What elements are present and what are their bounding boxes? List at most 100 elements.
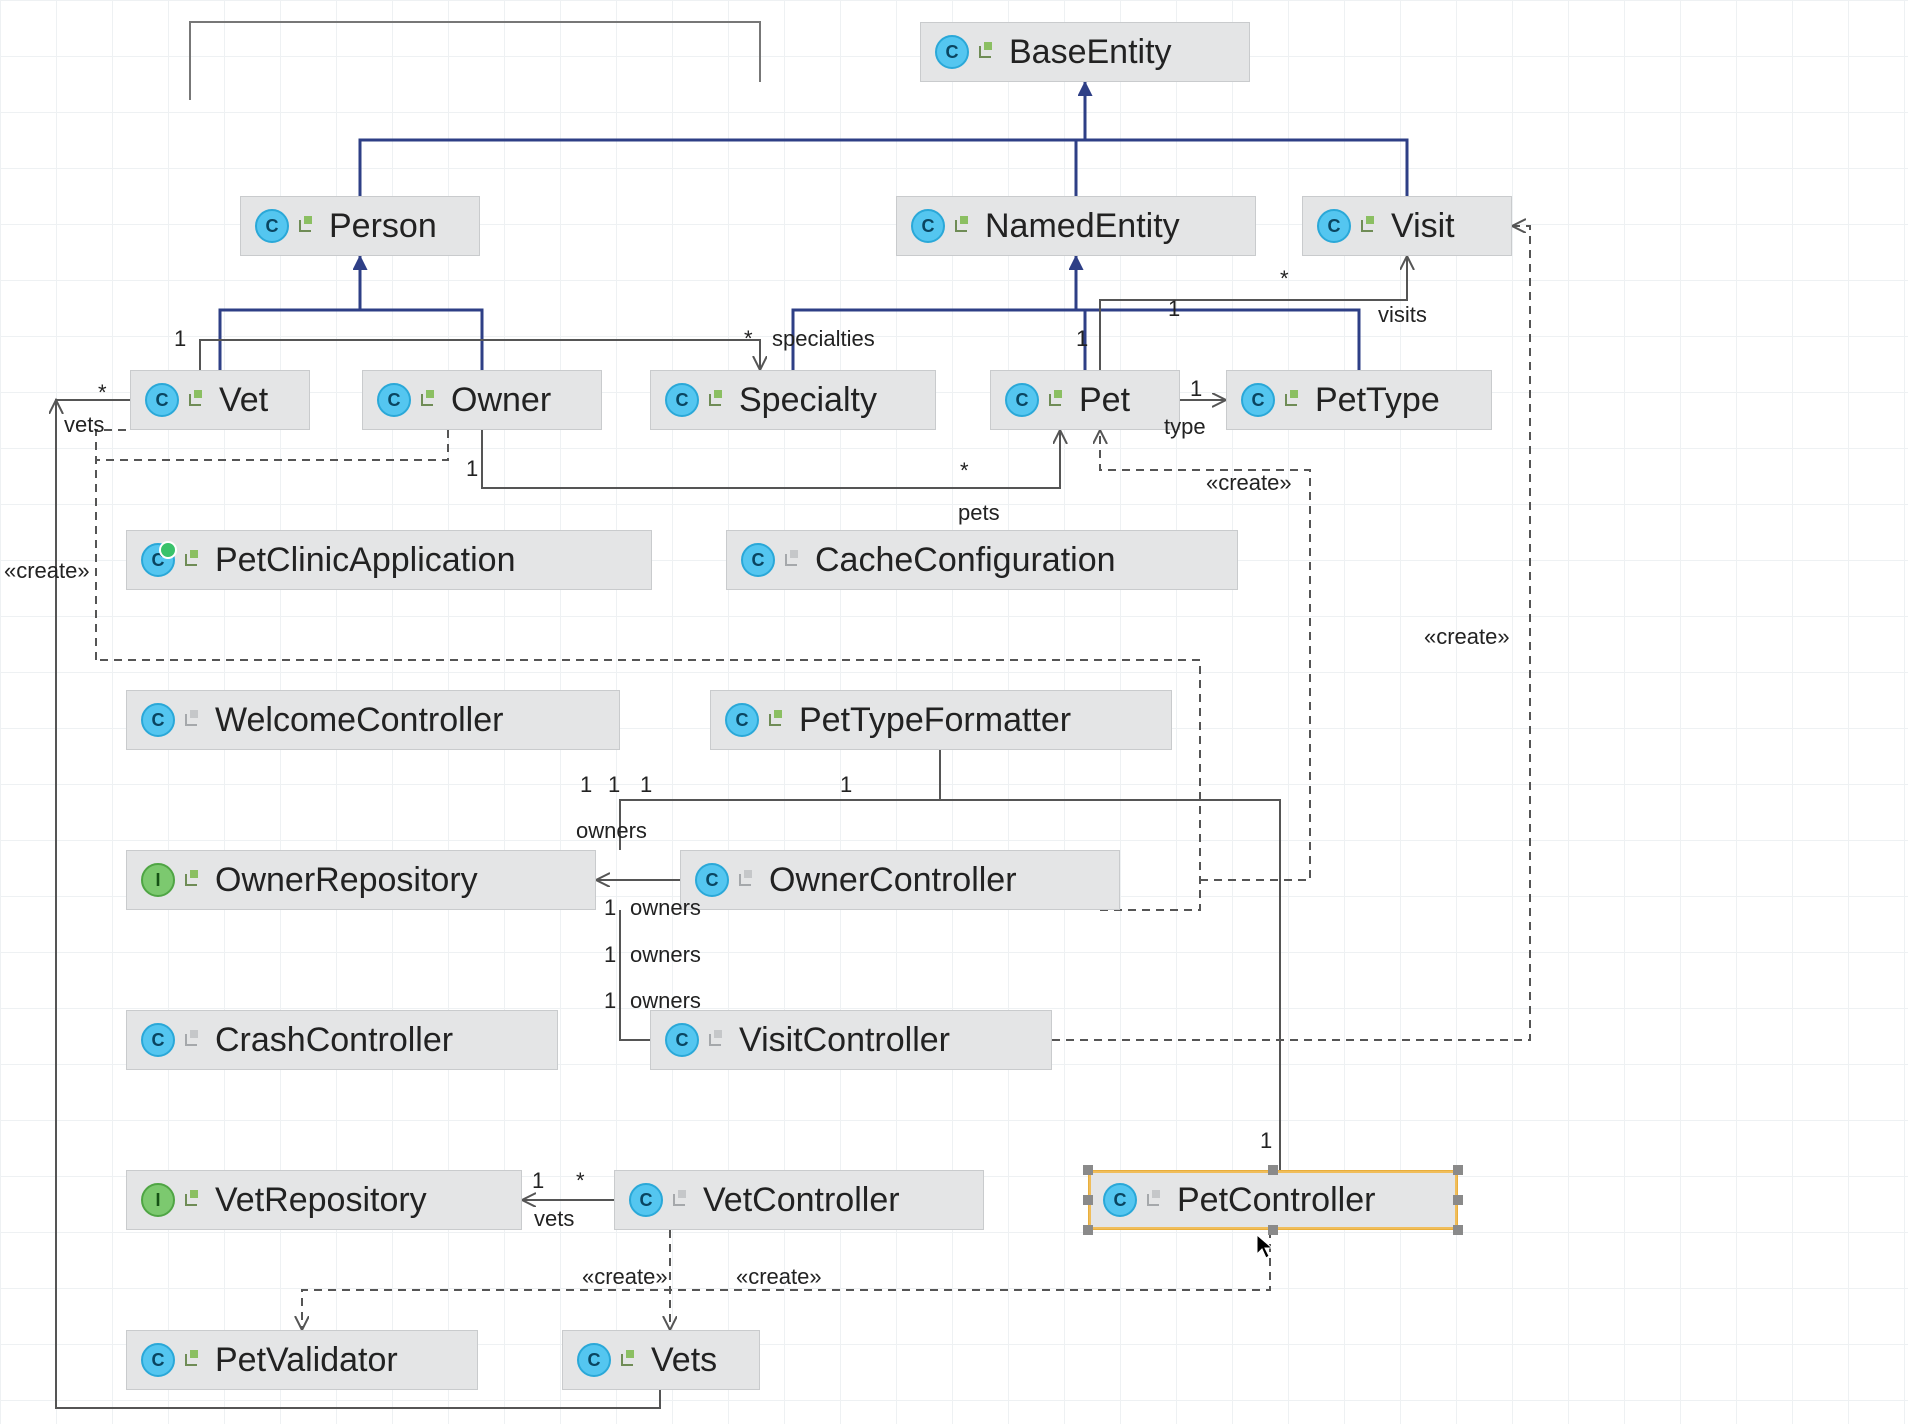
edge-label: 1 <box>604 988 616 1014</box>
visibility-icon <box>785 552 801 568</box>
class-label: VisitController <box>739 1021 950 1060</box>
edge-label: pets <box>958 500 1000 526</box>
class-label: CacheConfiguration <box>815 541 1116 580</box>
visibility-icon <box>739 872 755 888</box>
class-icon: C <box>935 35 969 69</box>
selection-handle[interactable] <box>1453 1225 1463 1235</box>
edge-label: 1 <box>640 772 652 798</box>
visibility-icon <box>1361 218 1377 234</box>
class-label: PetType <box>1315 381 1440 420</box>
class-label: WelcomeController <box>215 701 503 740</box>
class-label: PetController <box>1177 1181 1375 1220</box>
edge-label: «create» <box>4 558 90 584</box>
selection-handle[interactable] <box>1268 1165 1278 1175</box>
class-node-vetCtrl[interactable]: CVetController <box>614 1170 984 1230</box>
class-node-person[interactable]: CPerson <box>240 196 480 256</box>
edge-label: 1 <box>1076 326 1088 352</box>
diagram-canvas[interactable]: CBaseEntityCPersonCNamedEntityCVisitCVet… <box>0 0 1908 1424</box>
visibility-icon <box>299 218 315 234</box>
class-icon: C <box>629 1183 663 1217</box>
edge-label: 1 <box>1190 376 1202 402</box>
edge-label: visits <box>1378 302 1427 328</box>
class-node-vetRepo[interactable]: IVetRepository <box>126 1170 522 1230</box>
class-node-petType[interactable]: C PetType <box>1226 370 1492 430</box>
class-node-vets[interactable]: C Vets <box>562 1330 760 1390</box>
edge-label: owners <box>630 942 701 968</box>
edge-label: «create» <box>736 1264 822 1290</box>
class-icon: C <box>377 383 411 417</box>
class-icon: C <box>577 1343 611 1377</box>
selection-handle[interactable] <box>1268 1225 1278 1235</box>
class-node-visit[interactable]: CVisit <box>1302 196 1512 256</box>
class-icon: C <box>1103 1183 1137 1217</box>
edge-label: 1 <box>174 326 186 352</box>
class-label: Vet <box>219 381 268 420</box>
class-icon: C <box>725 703 759 737</box>
edge-label: 1 <box>604 942 616 968</box>
class-node-namedEntity[interactable]: CNamedEntity <box>896 196 1256 256</box>
visibility-icon <box>709 1032 725 1048</box>
class-icon: C <box>665 383 699 417</box>
selection-handle[interactable] <box>1083 1225 1093 1235</box>
visibility-icon <box>621 1352 637 1368</box>
visibility-icon <box>955 218 971 234</box>
class-label: OwnerRepository <box>215 861 478 900</box>
class-node-visitCtrl[interactable]: C VisitController <box>650 1010 1052 1070</box>
edge-label: * <box>960 458 969 484</box>
edge-label: * <box>1280 266 1289 292</box>
class-icon: C <box>1005 383 1039 417</box>
visibility-icon <box>979 44 995 60</box>
class-label: PetValidator <box>215 1341 398 1380</box>
edge-label: 1 <box>608 772 620 798</box>
class-icon: C <box>741 543 775 577</box>
class-icon: C <box>141 1023 175 1057</box>
class-label: CrashController <box>215 1021 453 1060</box>
class-icon: C <box>145 383 179 417</box>
visibility-icon <box>1285 392 1301 408</box>
selection-handle[interactable] <box>1453 1165 1463 1175</box>
class-node-ownerCtrl[interactable]: COwnerController <box>680 850 1120 910</box>
visibility-icon <box>189 392 205 408</box>
class-label: VetRepository <box>215 1181 427 1220</box>
class-node-vet[interactable]: C Vet <box>130 370 310 430</box>
class-icon: C <box>665 1023 699 1057</box>
class-node-welcomeCtrl[interactable]: CWelcomeController <box>126 690 620 750</box>
edge-label: specialties <box>772 326 875 352</box>
visibility-icon <box>1147 1192 1163 1208</box>
class-icon: C <box>1241 383 1275 417</box>
selection-handle[interactable] <box>1083 1195 1093 1205</box>
class-node-petTypeFmt[interactable]: C PetTypeFormatter <box>710 690 1172 750</box>
class-node-pet[interactable]: CPet <box>990 370 1180 430</box>
edge-label: vets <box>64 412 104 438</box>
class-label: BaseEntity <box>1009 33 1172 72</box>
class-icon: C <box>1317 209 1351 243</box>
class-node-petCtrl[interactable]: C PetController <box>1088 1170 1458 1230</box>
class-node-petClinicApp[interactable]: CPetClinicApplication <box>126 530 652 590</box>
class-icon: C <box>911 209 945 243</box>
class-label: Vets <box>651 1341 717 1380</box>
edge-label: 1 <box>1260 1128 1272 1154</box>
class-label: PetTypeFormatter <box>799 701 1071 740</box>
edge-label: 1 <box>466 456 478 482</box>
edge-label: owners <box>576 818 647 844</box>
visibility-icon <box>185 872 201 888</box>
edge-label: 1 <box>604 895 616 921</box>
interface-icon: I <box>141 863 175 897</box>
edge-label: * <box>98 380 107 406</box>
class-node-petValidator[interactable]: C PetValidator <box>126 1330 478 1390</box>
edge-label: 1 <box>840 772 852 798</box>
class-node-specialty[interactable]: C Specialty <box>650 370 936 430</box>
edge-label: «create» <box>582 1264 668 1290</box>
selection-handle[interactable] <box>1083 1165 1093 1175</box>
selection-handle[interactable] <box>1453 1195 1463 1205</box>
class-label: Specialty <box>739 381 877 420</box>
class-icon: C <box>141 1343 175 1377</box>
class-label: Owner <box>451 381 551 420</box>
edge-label: 1 <box>580 772 592 798</box>
class-node-ownerRepo[interactable]: I OwnerRepository <box>126 850 596 910</box>
class-node-cacheConfig[interactable]: C CacheConfiguration <box>726 530 1238 590</box>
class-node-crashCtrl[interactable]: C CrashController <box>126 1010 558 1070</box>
class-node-baseEntity[interactable]: C BaseEntity <box>920 22 1250 82</box>
class-node-owner[interactable]: C Owner <box>362 370 602 430</box>
visibility-icon <box>769 712 785 728</box>
